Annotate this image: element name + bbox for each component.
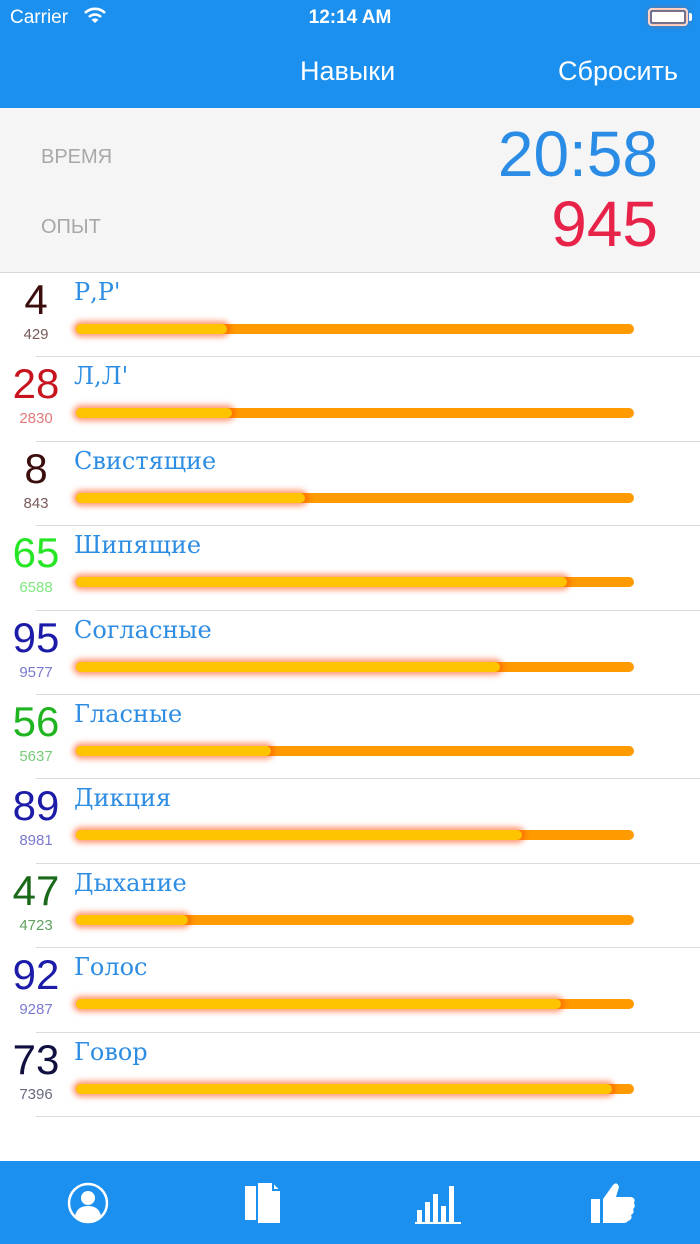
skill-progress-fill xyxy=(76,830,523,841)
skill-level: 92 xyxy=(12,951,60,999)
skill-row[interactable]: 92 9287 Голос xyxy=(0,948,700,1033)
navigation-bar: Carrier 12:14 AM Навыки Сбросить xyxy=(0,0,700,108)
tab-documents[interactable] xyxy=(175,1161,350,1244)
skill-progress-fill xyxy=(76,914,188,925)
skill-progress-track xyxy=(76,830,634,841)
skill-progress-track xyxy=(76,661,634,672)
skill-level: 56 xyxy=(12,697,60,745)
skill-level: 4 xyxy=(24,276,48,323)
time-value: 20:58 xyxy=(497,118,658,190)
skill-row[interactable]: 47 4723 Дыхание xyxy=(0,864,700,949)
thumbs-up-icon xyxy=(590,1182,635,1223)
skill-name: Дыхание xyxy=(74,868,187,897)
skill-points: 9287 xyxy=(19,1001,53,1019)
skill-name: Р,Р' xyxy=(74,278,121,306)
tab-rating[interactable] xyxy=(525,1161,700,1244)
skill-progress-fill xyxy=(76,745,272,756)
battery-icon xyxy=(648,8,688,26)
skill-row[interactable]: 28 2830 Л,Л' xyxy=(0,357,700,443)
skill-name: Согласные xyxy=(74,615,212,644)
skill-progress-track xyxy=(76,577,634,588)
experience-value: 945 xyxy=(551,188,658,260)
skill-points: 6588 xyxy=(19,579,53,597)
experience-label: ОПЫТ xyxy=(41,216,101,238)
skill-points: 5637 xyxy=(19,747,53,765)
skill-progress-track xyxy=(76,914,634,925)
skill-points: 843 xyxy=(23,494,49,512)
skill-row[interactable]: 95 9577 Согласные xyxy=(0,611,700,696)
status-time: 12:14 AM xyxy=(308,7,392,28)
skill-name: Говор xyxy=(74,1037,148,1066)
skill-row[interactable]: 89 8981 Дикция xyxy=(0,779,700,865)
skill-level: 95 xyxy=(12,613,60,661)
profile-icon xyxy=(67,1182,108,1223)
documents-icon xyxy=(244,1180,282,1225)
skill-name: Шипящие xyxy=(74,531,202,560)
skill-row[interactable]: 56 5637 Гласные xyxy=(0,695,700,780)
battery-tip xyxy=(689,13,692,21)
skills-list: 4 429 Р,Р' 28 2830 Л,Л' 8 843 Свистящие … xyxy=(0,273,700,1118)
skill-points: 4723 xyxy=(19,916,53,934)
skill-name: Дикция xyxy=(74,784,172,813)
skill-progress-track xyxy=(76,324,634,334)
skill-level: 65 xyxy=(12,529,60,577)
skill-progress-track xyxy=(76,999,634,1010)
time-label: ВРЕМЯ xyxy=(41,146,113,168)
skill-progress-fill xyxy=(76,492,305,503)
skill-level: 73 xyxy=(12,1035,60,1083)
tab-statistics[interactable] xyxy=(350,1161,525,1244)
status-bar: Carrier 12:14 AM xyxy=(0,0,700,36)
skill-level: 89 xyxy=(12,782,60,830)
summary-panel: ВРЕМЯ 20:58 ОПЫТ 945 xyxy=(0,108,700,273)
bar-chart-icon xyxy=(414,1185,461,1224)
skill-name: Свистящие xyxy=(74,446,217,475)
skill-progress-track xyxy=(76,745,634,756)
skill-level: 8 xyxy=(24,444,48,492)
skill-points: 2830 xyxy=(19,410,53,428)
skill-progress-track xyxy=(76,408,634,419)
skill-progress-track xyxy=(76,1083,634,1094)
page-title: Навыки xyxy=(300,56,396,86)
skill-progress-fill xyxy=(76,408,233,419)
skill-name: Голос xyxy=(74,953,148,982)
skill-name: Л,Л' xyxy=(74,362,129,391)
skill-name: Гласные xyxy=(74,699,183,728)
tab-profile[interactable] xyxy=(0,1161,175,1244)
skill-row[interactable]: 65 6588 Шипящие xyxy=(0,526,700,611)
skill-progress-fill xyxy=(76,324,227,334)
skill-level: 47 xyxy=(12,866,60,914)
tab-bar xyxy=(0,1161,700,1244)
skill-progress-track xyxy=(76,492,634,503)
skill-progress-fill xyxy=(76,577,568,588)
skill-progress-fill xyxy=(76,661,501,672)
reset-button[interactable]: Сбросить xyxy=(558,56,678,87)
skill-points: 8981 xyxy=(19,832,53,850)
skill-points: 7396 xyxy=(19,1085,53,1103)
skill-progress-fill xyxy=(76,999,562,1010)
skill-row[interactable]: 73 7396 Говор xyxy=(0,1033,700,1118)
skill-row[interactable]: 8 843 Свистящие xyxy=(0,442,700,527)
skill-points: 9577 xyxy=(19,663,53,681)
skill-points: 429 xyxy=(23,326,49,343)
skill-row[interactable]: 4 429 Р,Р' xyxy=(0,273,700,358)
skill-level: 28 xyxy=(12,360,60,408)
skill-progress-fill xyxy=(76,1083,612,1094)
